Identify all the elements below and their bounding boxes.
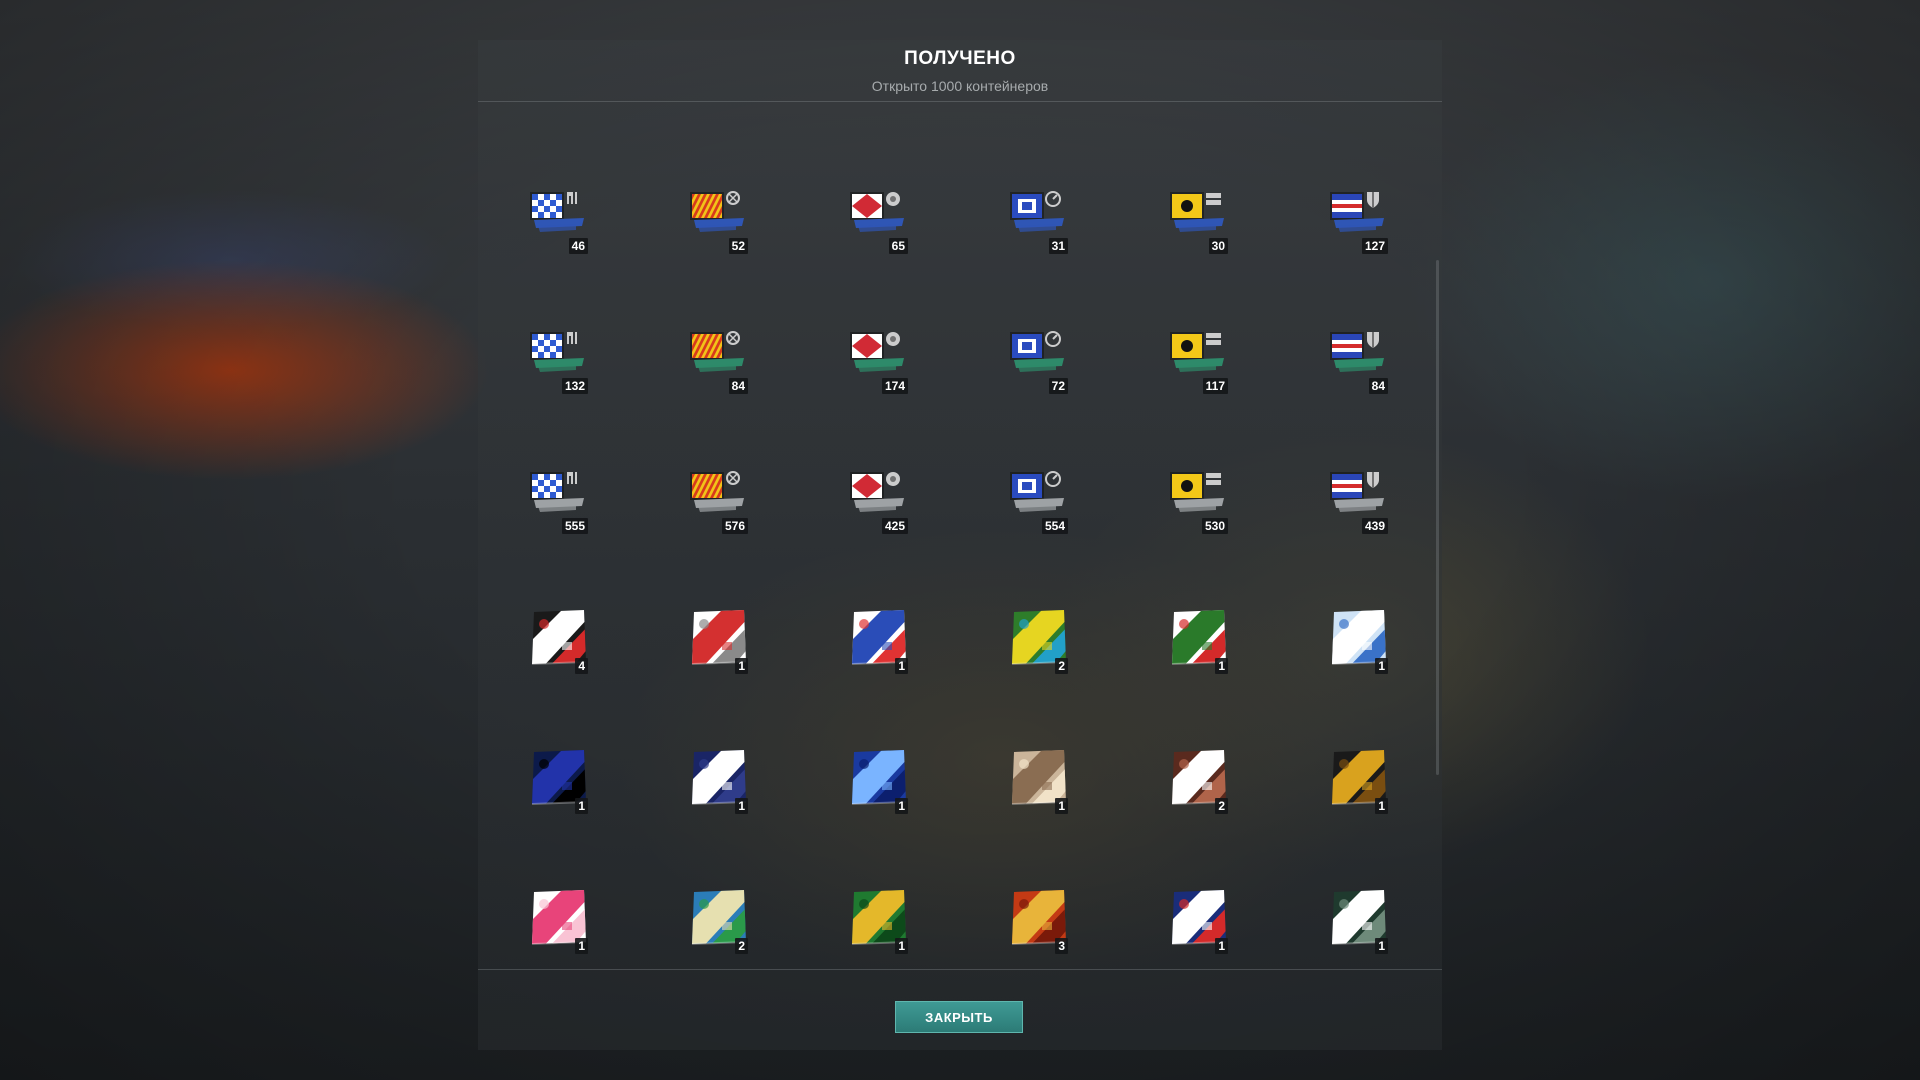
- reward-item[interactable]: 30: [1166, 186, 1230, 254]
- reward-item[interactable]: 117: [1166, 326, 1230, 394]
- reward-count: 1: [1375, 938, 1388, 954]
- reward-item[interactable]: 4: [526, 606, 590, 674]
- reward-item[interactable]: 555: [526, 466, 590, 534]
- reward-item[interactable]: 2: [1166, 746, 1230, 814]
- reward-count: 425: [881, 518, 908, 534]
- reward-count: 1: [895, 658, 908, 674]
- reward-count: 84: [728, 378, 748, 394]
- reward-item[interactable]: 2: [686, 886, 750, 954]
- reward-count: 117: [1202, 378, 1228, 394]
- reward-item[interactable]: 132: [526, 326, 590, 394]
- reward-count: 530: [1201, 518, 1228, 534]
- reward-count: 46: [568, 238, 588, 254]
- reward-item[interactable]: 554: [1006, 466, 1070, 534]
- reward-item[interactable]: 1: [526, 886, 590, 954]
- reward-item[interactable]: 576: [686, 466, 750, 534]
- reward-count: 1: [1215, 938, 1228, 954]
- reward-count: 132: [561, 378, 588, 394]
- reward-count: 30: [1208, 238, 1228, 254]
- reward-item[interactable]: 46: [526, 186, 590, 254]
- reward-item[interactable]: 31: [1006, 186, 1070, 254]
- reward-item[interactable]: 72: [1006, 326, 1070, 394]
- reward-item[interactable]: 1: [526, 746, 590, 814]
- reward-item[interactable]: 1: [1006, 746, 1070, 814]
- reward-item[interactable]: 1: [686, 746, 750, 814]
- reward-item[interactable]: 84: [1326, 326, 1390, 394]
- reward-count: 1: [575, 798, 588, 814]
- reward-item[interactable]: 1: [1166, 886, 1230, 954]
- reward-count: 1: [1055, 798, 1068, 814]
- reward-count: 127: [1361, 238, 1388, 254]
- reward-item[interactable]: 65: [846, 186, 910, 254]
- scrollbar[interactable]: [1436, 260, 1439, 775]
- reward-count: 4: [575, 658, 588, 674]
- reward-count: 1: [895, 798, 908, 814]
- reward-item[interactable]: 127: [1326, 186, 1390, 254]
- reward-item[interactable]: 52: [686, 186, 750, 254]
- reward-count: 174: [881, 378, 908, 394]
- dialog-subtitle: Открыто 1000 контейнеров: [871, 78, 1049, 94]
- reward-count: 554: [1041, 518, 1068, 534]
- reward-count: 1: [1375, 798, 1388, 814]
- footer-divider: [478, 969, 1442, 970]
- reward-count: 72: [1048, 378, 1068, 394]
- header-divider: [478, 101, 1442, 102]
- reward-count: 1: [735, 798, 748, 814]
- reward-count: 1: [575, 938, 588, 954]
- rewards-dialog: [478, 40, 1442, 1050]
- reward-item[interactable]: 1: [846, 746, 910, 814]
- reward-count: 2: [735, 938, 748, 954]
- reward-item[interactable]: 1: [846, 886, 910, 954]
- reward-count: 1: [1215, 658, 1228, 674]
- reward-item[interactable]: 1: [846, 606, 910, 674]
- reward-count: 1: [1375, 658, 1388, 674]
- reward-count: 555: [561, 518, 588, 534]
- reward-count: 576: [721, 518, 748, 534]
- close-button[interactable]: ЗАКРЫТЬ: [895, 1001, 1023, 1033]
- reward-count: 65: [888, 238, 908, 254]
- reward-item[interactable]: 2: [1006, 606, 1070, 674]
- reward-count: 439: [1361, 518, 1388, 534]
- reward-count: 1: [735, 658, 748, 674]
- reward-item[interactable]: 1: [1326, 746, 1390, 814]
- reward-item[interactable]: 1: [1326, 606, 1390, 674]
- reward-item[interactable]: 439: [1326, 466, 1390, 534]
- reward-item[interactable]: 530: [1166, 466, 1230, 534]
- reward-item[interactable]: 1: [1326, 886, 1390, 954]
- dialog-title: ПОЛУЧЕНО: [904, 48, 1016, 69]
- reward-item[interactable]: 1: [686, 606, 750, 674]
- reward-item[interactable]: 3: [1006, 886, 1070, 954]
- reward-count: 52: [728, 238, 748, 254]
- reward-count: 84: [1368, 378, 1388, 394]
- reward-count: 31: [1048, 238, 1068, 254]
- reward-count: 1: [895, 938, 908, 954]
- reward-item[interactable]: 425: [846, 466, 910, 534]
- reward-count: 3: [1055, 938, 1068, 954]
- reward-count: 2: [1055, 658, 1068, 674]
- reward-count: 2: [1215, 798, 1228, 814]
- reward-item[interactable]: 174: [846, 326, 910, 394]
- reward-item[interactable]: 1: [1166, 606, 1230, 674]
- reward-item[interactable]: 84: [686, 326, 750, 394]
